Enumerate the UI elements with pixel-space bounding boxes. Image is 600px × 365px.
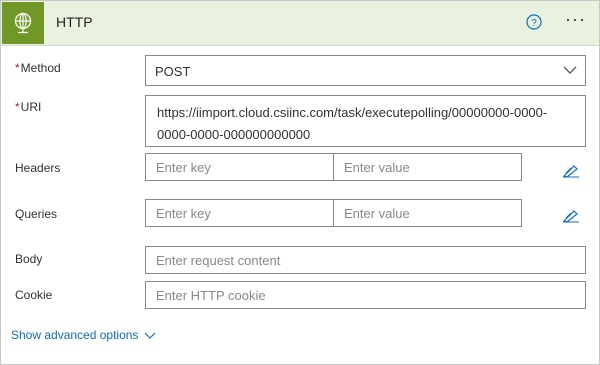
chevron-down-icon — [563, 64, 577, 79]
headers-edit-mode-icon[interactable] — [562, 164, 580, 178]
card-header[interactable]: HTTP ? ··· — [1, 1, 599, 46]
svg-text:?: ? — [531, 18, 537, 29]
headers-key-input[interactable]: Enter key — [145, 153, 334, 181]
headers-label: Headers — [15, 161, 61, 175]
help-icon[interactable]: ? — [526, 14, 542, 30]
globe-icon — [2, 2, 44, 44]
show-advanced-options-link[interactable]: Show advanced options — [11, 328, 156, 342]
chevron-down-icon — [145, 332, 156, 339]
queries-edit-mode-icon[interactable] — [562, 209, 580, 223]
queries-label: Queries — [15, 207, 58, 221]
cookie-label: Cookie — [15, 288, 53, 302]
required-asterisk: * — [15, 61, 20, 75]
headers-value-input[interactable]: Enter value — [333, 153, 522, 181]
method-label: *Method — [15, 61, 61, 75]
http-action-card: HTTP ? ··· *Method POST *URI https://iim… — [0, 0, 600, 365]
cookie-input[interactable]: Enter HTTP cookie — [145, 281, 586, 309]
card-title: HTTP — [56, 14, 93, 30]
queries-key-input[interactable]: Enter key — [145, 199, 334, 227]
required-asterisk: * — [15, 100, 20, 114]
uri-input[interactable]: https://iimport.cloud.csiinc.com/task/ex… — [145, 95, 586, 147]
body-input[interactable]: Enter request content — [145, 246, 586, 274]
queries-value-input[interactable]: Enter value — [333, 199, 522, 227]
uri-value: https://iimport.cloud.csiinc.com/task/ex… — [157, 105, 548, 142]
method-value: POST — [155, 64, 191, 79]
body-label: Body — [15, 252, 43, 266]
uri-label: *URI — [15, 100, 42, 114]
more-options-button[interactable]: ··· — [565, 10, 586, 28]
method-dropdown[interactable]: POST — [145, 55, 586, 86]
